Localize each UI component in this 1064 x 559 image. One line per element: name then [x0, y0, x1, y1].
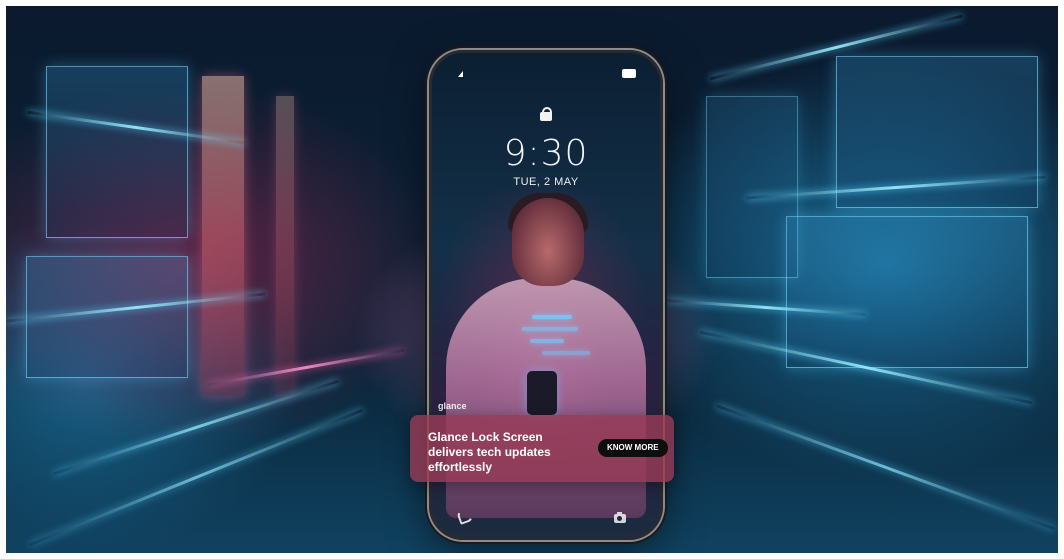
- left-data-pillar-far: [276, 96, 294, 396]
- ad-banner: 9:30 TUE, 2 MAY glance Glance Lock Scree…: [6, 6, 1058, 553]
- right-screen-panel-low: [786, 216, 1028, 368]
- lock-screen-time: 9:30: [503, 133, 589, 174]
- left-screen-panel: [46, 66, 188, 238]
- lock-icon: [540, 107, 552, 121]
- signal-icon: [458, 71, 463, 77]
- battery-icon: [622, 69, 636, 78]
- lock-screen-date: TUE, 2 MAY: [513, 176, 579, 188]
- glance-logo: glance: [438, 401, 467, 411]
- person-face: [512, 198, 584, 286]
- hologram-line: [530, 339, 564, 343]
- right-screen-panel-mid: [706, 96, 798, 278]
- know-more-button[interactable]: KNOW MORE: [598, 439, 668, 457]
- notification-headline: Glance Lock Screen delivers tech updates…: [428, 430, 551, 474]
- camera-icon[interactable]: [614, 512, 626, 523]
- handheld-phone: [527, 371, 557, 415]
- hologram-line: [532, 315, 572, 319]
- glance-notification-card[interactable]: Glance Lock Screen delivers tech updates…: [410, 415, 674, 482]
- hologram-line: [522, 327, 578, 331]
- hologram-line: [542, 351, 590, 355]
- left-data-pillar: [202, 76, 244, 396]
